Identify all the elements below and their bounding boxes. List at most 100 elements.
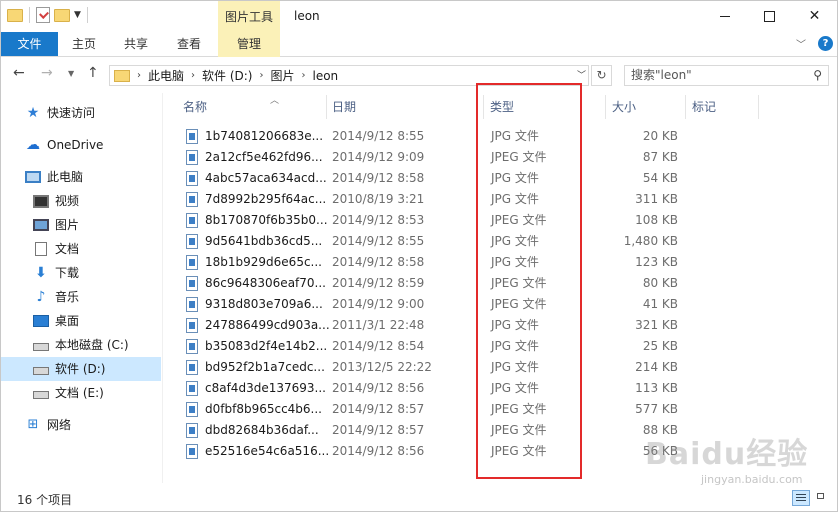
table-row[interactable]: 86c9648306eaf70... 2014/9/12 8:59 JPEG 文… (163, 273, 823, 294)
tab-file[interactable]: 文件 (1, 32, 58, 56)
table-row[interactable]: dbd82684b36daf... 2014/9/12 8:57 JPEG 文件… (163, 420, 823, 441)
tab-manage[interactable]: 管理 (218, 32, 280, 57)
table-row[interactable]: b35083d2f4e14b2... 2014/9/12 8:54 JPG 文件… (163, 336, 823, 357)
breadcrumb-pictures[interactable]: 图片 (270, 67, 294, 84)
music-icon: ♪ (36, 289, 46, 305)
file-date: 2011/3/1 22:48 (332, 318, 425, 332)
chevron-right-icon[interactable]: › (137, 70, 141, 81)
file-type: JPG 文件 (491, 234, 539, 248)
ribbon-tabs: 文件 主页 共享 查看 管理 ﹀ ? (1, 32, 837, 57)
table-row[interactable]: 9d5641bdb36cd5... 2014/9/12 8:55 JPG 文件 … (163, 231, 823, 252)
download-icon: ⬇ (35, 265, 47, 281)
file-date: 2014/9/12 8:55 (332, 234, 425, 248)
column-divider[interactable] (483, 95, 484, 119)
image-file-icon (186, 150, 198, 165)
breadcrumb-this-pc[interactable]: 此电脑 (148, 67, 184, 84)
sidebar-item-this-pc[interactable]: 此电脑 (25, 165, 155, 189)
details-view-icon[interactable] (792, 490, 810, 506)
help-icon[interactable]: ? (818, 36, 833, 51)
tab-view[interactable]: 查看 (169, 32, 209, 56)
table-row[interactable]: e52516e54c6a516... 2014/9/12 8:56 JPEG 文… (163, 441, 823, 462)
table-row[interactable]: c8af4d3de137693... 2014/9/12 8:56 JPG 文件… (163, 378, 823, 399)
large-icons-view-icon[interactable] (814, 490, 832, 506)
computer-icon (25, 171, 41, 183)
breadcrumb-drive-d[interactable]: 软件 (D:) (202, 67, 252, 84)
tab-home[interactable]: 主页 (64, 32, 104, 56)
sidebar-item-network[interactable]: ⊞ 网络 (25, 413, 155, 437)
refresh-button[interactable]: ↻ (591, 65, 612, 86)
file-type: JPG 文件 (491, 339, 539, 353)
file-date: 2014/9/12 8:59 (332, 276, 425, 290)
table-row[interactable]: 7d8992b295f64ac... 2010/8/19 3:21 JPG 文件… (163, 189, 823, 210)
sidebar-item-drive-e[interactable]: 文档 (E:) (33, 381, 155, 405)
search-icon[interactable]: ⚲ (813, 66, 822, 85)
table-row[interactable]: 4abc57aca634acd... 2014/9/12 8:58 JPG 文件… (163, 168, 823, 189)
file-size: 108 KB (635, 213, 678, 227)
recent-locations-icon[interactable]: ▼ (68, 69, 74, 78)
table-row[interactable]: 247886499cd903a... 2011/3/1 22:48 JPG 文件… (163, 315, 823, 336)
chevron-right-icon[interactable]: › (302, 70, 306, 81)
address-bar[interactable]: › 此电脑 › 软件 (D:) › 图片 › leon ﹀ (109, 65, 589, 86)
sidebar-item-quick-access[interactable]: ★ 快速访问 (25, 101, 155, 125)
image-file-icon (186, 192, 198, 207)
maximize-icon (764, 10, 775, 22)
close-button[interactable]: ✕ (792, 1, 837, 31)
expand-ribbon-icon[interactable]: ﹀ (796, 36, 806, 51)
column-header-type[interactable]: 类型 (490, 93, 590, 121)
table-row[interactable]: 9318d803e709a6... 2014/9/12 9:00 JPEG 文件… (163, 294, 823, 315)
forward-arrow-icon[interactable]: → (41, 65, 53, 81)
column-divider[interactable] (605, 95, 606, 119)
table-row[interactable]: 2a12cf5e462fd96... 2014/9/12 9:09 JPEG 文… (163, 147, 823, 168)
maximize-button[interactable] (747, 1, 792, 31)
sidebar-item-downloads[interactable]: ⬇ 下载 (33, 261, 155, 285)
table-row[interactable]: 18b1b929d6e65c... 2014/9/12 8:58 JPG 文件 … (163, 252, 823, 273)
file-name: dbd82684b36daf... (205, 423, 319, 437)
sidebar-item-label: 文档 (55, 242, 80, 256)
chevron-right-icon[interactable]: › (259, 70, 263, 81)
file-date: 2014/9/12 8:55 (332, 129, 425, 143)
back-arrow-icon[interactable]: ← (13, 65, 25, 81)
file-size: 54 KB (642, 171, 678, 185)
sidebar-item-label: 图片 (55, 218, 80, 232)
column-divider[interactable] (758, 95, 759, 119)
table-row[interactable]: bd952f2b1a7cedc... 2013/12/5 22:22 JPG 文… (163, 357, 823, 378)
column-header-size[interactable]: 大小 (612, 93, 682, 121)
table-row[interactable]: 8b170870f6b35b0... 2014/9/12 8:53 JPEG 文… (163, 210, 823, 231)
column-header-name[interactable]: ︿ 名称 (183, 93, 323, 121)
sidebar-item-desktop[interactable]: 桌面 (33, 309, 155, 333)
customize-toolbar-arrow-icon[interactable]: ▼ (74, 10, 81, 20)
sidebar-item-onedrive[interactable]: ☁ OneDrive (25, 133, 155, 157)
new-folder-icon[interactable] (54, 8, 70, 22)
sidebar-item-music[interactable]: ♪ 音乐 (33, 285, 155, 309)
column-divider[interactable] (326, 95, 327, 119)
file-date: 2014/9/12 8:57 (332, 423, 425, 437)
sidebar-item-drive-c[interactable]: 本地磁盘 (C:) (33, 333, 155, 357)
image-file-icon (186, 444, 198, 459)
column-header-date[interactable]: 日期 (332, 93, 472, 121)
table-row[interactable]: d0fbf8b965cc4b6... 2014/9/12 8:57 JPEG 文… (163, 399, 823, 420)
image-file-icon (186, 129, 198, 144)
properties-icon[interactable] (36, 7, 50, 23)
tab-share[interactable]: 共享 (116, 32, 156, 56)
sidebar-item-drive-d[interactable]: 软件 (D:) (1, 357, 161, 381)
folder-icon (7, 8, 23, 22)
minimize-button[interactable] (702, 1, 747, 31)
column-header-tags[interactable]: 标记 (692, 93, 762, 121)
chevron-right-icon[interactable]: › (191, 70, 195, 81)
sidebar-item-pictures[interactable]: 图片 (33, 213, 155, 237)
sidebar-item-documents[interactable]: 文档 (33, 237, 155, 261)
file-name: d0fbf8b965cc4b6... (205, 402, 322, 416)
address-dropdown-icon[interactable]: ﹀ (577, 68, 586, 81)
column-divider[interactable] (685, 95, 686, 119)
breadcrumb-leon[interactable]: leon (313, 69, 339, 83)
star-icon: ★ (26, 105, 40, 121)
file-name: 8b170870f6b35b0... (205, 213, 328, 227)
file-date: 2014/9/12 8:54 (332, 339, 425, 353)
close-icon: ✕ (808, 8, 821, 24)
sidebar-item-videos[interactable]: 视频 (33, 189, 155, 213)
search-input[interactable]: 搜索"leon" ⚲ (624, 65, 829, 86)
up-arrow-icon[interactable]: ↑ (87, 65, 99, 81)
image-file-icon (186, 360, 198, 375)
minimize-icon (719, 15, 730, 17)
table-row[interactable]: 1b74081206683e... 2014/9/12 8:55 JPG 文件 … (163, 126, 823, 147)
